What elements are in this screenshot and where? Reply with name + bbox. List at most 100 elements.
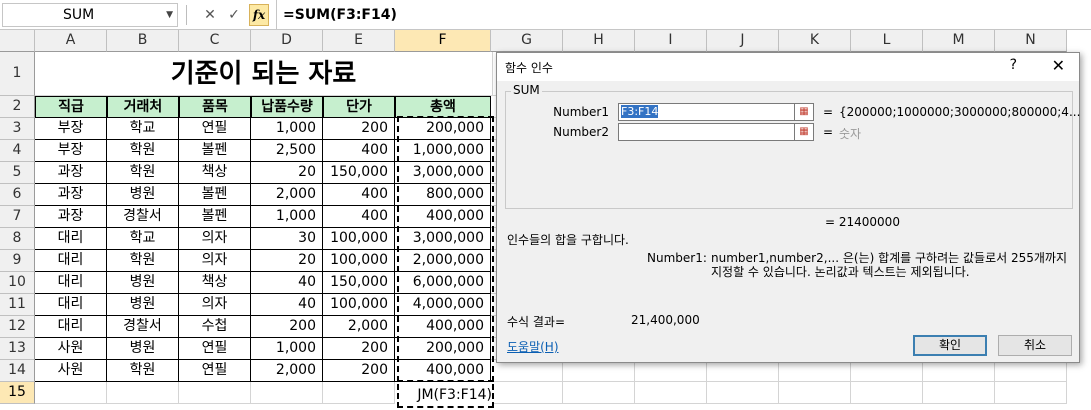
number2-input[interactable] bbox=[618, 123, 796, 141]
cell[interactable] bbox=[635, 382, 707, 404]
table-cell[interactable]: 학교 bbox=[107, 228, 179, 250]
table-cell[interactable]: 대리 bbox=[35, 316, 107, 338]
row-header-15[interactable]: 15 bbox=[0, 382, 35, 404]
row-header-7[interactable]: 7 bbox=[0, 206, 35, 228]
table-cell[interactable]: 과장 bbox=[35, 184, 107, 206]
table-cell[interactable]: 볼펜 bbox=[179, 140, 251, 162]
column-header-i[interactable]: I bbox=[635, 30, 707, 52]
table-cell[interactable]: 2,000,000 bbox=[395, 250, 491, 272]
column-header-k[interactable]: K bbox=[779, 30, 851, 52]
table-header-cell[interactable]: 거래처 bbox=[107, 96, 179, 118]
table-cell[interactable]: 400,000 bbox=[395, 206, 491, 228]
table-cell[interactable]: 병원 bbox=[107, 272, 179, 294]
table-cell[interactable]: 200 bbox=[323, 360, 395, 382]
table-cell[interactable]: 학원 bbox=[107, 250, 179, 272]
table-cell[interactable]: 2,000 bbox=[251, 360, 323, 382]
table-cell[interactable]: 1,000 bbox=[251, 206, 323, 228]
column-header-e[interactable]: E bbox=[323, 30, 395, 52]
table-cell[interactable]: 책상 bbox=[179, 162, 251, 184]
table-header-cell[interactable]: 총액 bbox=[395, 96, 491, 118]
row-header-9[interactable]: 9 bbox=[0, 250, 35, 272]
cell[interactable] bbox=[995, 360, 1067, 382]
table-cell[interactable]: 대리 bbox=[35, 228, 107, 250]
table-cell[interactable]: 2,000 bbox=[323, 316, 395, 338]
table-cell[interactable]: 학원 bbox=[107, 162, 179, 184]
table-cell[interactable]: 병원 bbox=[107, 338, 179, 360]
table-cell[interactable]: 200,000 bbox=[395, 338, 491, 360]
table-cell[interactable]: 볼펜 bbox=[179, 184, 251, 206]
table-cell[interactable]: 400 bbox=[323, 184, 395, 206]
column-header-j[interactable]: J bbox=[707, 30, 779, 52]
chevron-down-icon[interactable]: ▼ bbox=[166, 10, 173, 20]
table-cell[interactable]: 1,000 bbox=[251, 338, 323, 360]
dialog-titlebar[interactable]: 함수 인수 ? ✕ bbox=[497, 53, 1079, 81]
table-cell[interactable]: 학교 bbox=[107, 118, 179, 140]
column-header-h[interactable]: H bbox=[563, 30, 635, 52]
row-header-4[interactable]: 4 bbox=[0, 140, 35, 162]
enter-icon[interactable]: ✓ bbox=[224, 4, 244, 26]
insert-function-icon[interactable]: fx bbox=[249, 4, 269, 26]
table-cell[interactable]: 학원 bbox=[107, 140, 179, 162]
table-header-cell[interactable]: 직급 bbox=[35, 96, 107, 118]
ok-button[interactable]: 확인 bbox=[913, 335, 987, 356]
table-cell[interactable]: 200 bbox=[251, 316, 323, 338]
table-cell[interactable]: 병원 bbox=[107, 184, 179, 206]
column-header-d[interactable]: D bbox=[251, 30, 323, 52]
table-cell[interactable]: 400 bbox=[323, 206, 395, 228]
name-box[interactable]: SUM ▼ bbox=[2, 3, 178, 27]
table-cell[interactable]: 사원 bbox=[35, 360, 107, 382]
cell[interactable] bbox=[563, 360, 635, 382]
cell[interactable] bbox=[851, 382, 923, 404]
cell[interactable] bbox=[491, 382, 563, 404]
table-cell[interactable]: 볼펜 bbox=[179, 206, 251, 228]
table-cell[interactable]: 400 bbox=[323, 140, 395, 162]
table-cell[interactable]: 의자 bbox=[179, 228, 251, 250]
row-header-5[interactable]: 5 bbox=[0, 162, 35, 184]
cell[interactable] bbox=[107, 382, 179, 404]
table-cell[interactable]: 연필 bbox=[179, 118, 251, 140]
table-cell[interactable]: 학원 bbox=[107, 360, 179, 382]
table-cell[interactable]: 2,500 bbox=[251, 140, 323, 162]
cancel-button[interactable]: 취소 bbox=[998, 335, 1072, 356]
row-header-11[interactable]: 11 bbox=[0, 294, 35, 316]
row-header-12[interactable]: 12 bbox=[0, 316, 35, 338]
table-header-cell[interactable]: 단가 bbox=[323, 96, 395, 118]
cell[interactable] bbox=[707, 360, 779, 382]
cell[interactable] bbox=[179, 382, 251, 404]
cell[interactable] bbox=[779, 360, 851, 382]
table-cell[interactable]: 800,000 bbox=[395, 184, 491, 206]
row-header-10[interactable]: 10 bbox=[0, 272, 35, 294]
row-header-1[interactable]: 1 bbox=[0, 52, 35, 96]
cancel-icon[interactable]: ✕ bbox=[200, 4, 220, 26]
table-cell[interactable]: 4,000,000 bbox=[395, 294, 491, 316]
table-cell[interactable]: 150,000 bbox=[323, 272, 395, 294]
table-cell[interactable]: 대리 bbox=[35, 272, 107, 294]
table-cell[interactable]: 2,000 bbox=[251, 184, 323, 206]
table-header-cell[interactable]: 품목 bbox=[179, 96, 251, 118]
row-header-13[interactable]: 13 bbox=[0, 338, 35, 360]
help-link[interactable]: 도움말(H) bbox=[507, 338, 559, 355]
table-cell[interactable]: 대리 bbox=[35, 250, 107, 272]
row-header-2[interactable]: 2 bbox=[0, 96, 35, 118]
cell[interactable] bbox=[323, 382, 395, 404]
formula-input[interactable]: =SUM(F3:F14) bbox=[276, 0, 1091, 30]
table-cell[interactable]: 의자 bbox=[179, 294, 251, 316]
table-cell[interactable]: 6,000,000 bbox=[395, 272, 491, 294]
column-header-c[interactable]: C bbox=[179, 30, 251, 52]
table-cell[interactable]: 경찰서 bbox=[107, 206, 179, 228]
table-cell[interactable]: 사원 bbox=[35, 338, 107, 360]
row-header-6[interactable]: 6 bbox=[0, 184, 35, 206]
table-cell[interactable]: 1,000,000 bbox=[395, 140, 491, 162]
cell[interactable] bbox=[251, 382, 323, 404]
cell[interactable] bbox=[635, 360, 707, 382]
cell[interactable] bbox=[923, 360, 995, 382]
table-cell[interactable]: 수첩 bbox=[179, 316, 251, 338]
table-cell[interactable]: 대리 bbox=[35, 294, 107, 316]
collapse-dialog-icon[interactable]: ▦ bbox=[794, 103, 814, 121]
table-cell[interactable]: 200 bbox=[323, 118, 395, 140]
collapse-dialog-icon[interactable]: ▦ bbox=[794, 123, 814, 141]
table-cell[interactable]: 400,000 bbox=[395, 360, 491, 382]
table-cell[interactable]: 경찰서 bbox=[107, 316, 179, 338]
table-cell[interactable]: 200 bbox=[323, 338, 395, 360]
table-cell[interactable]: 3,000,000 bbox=[395, 228, 491, 250]
